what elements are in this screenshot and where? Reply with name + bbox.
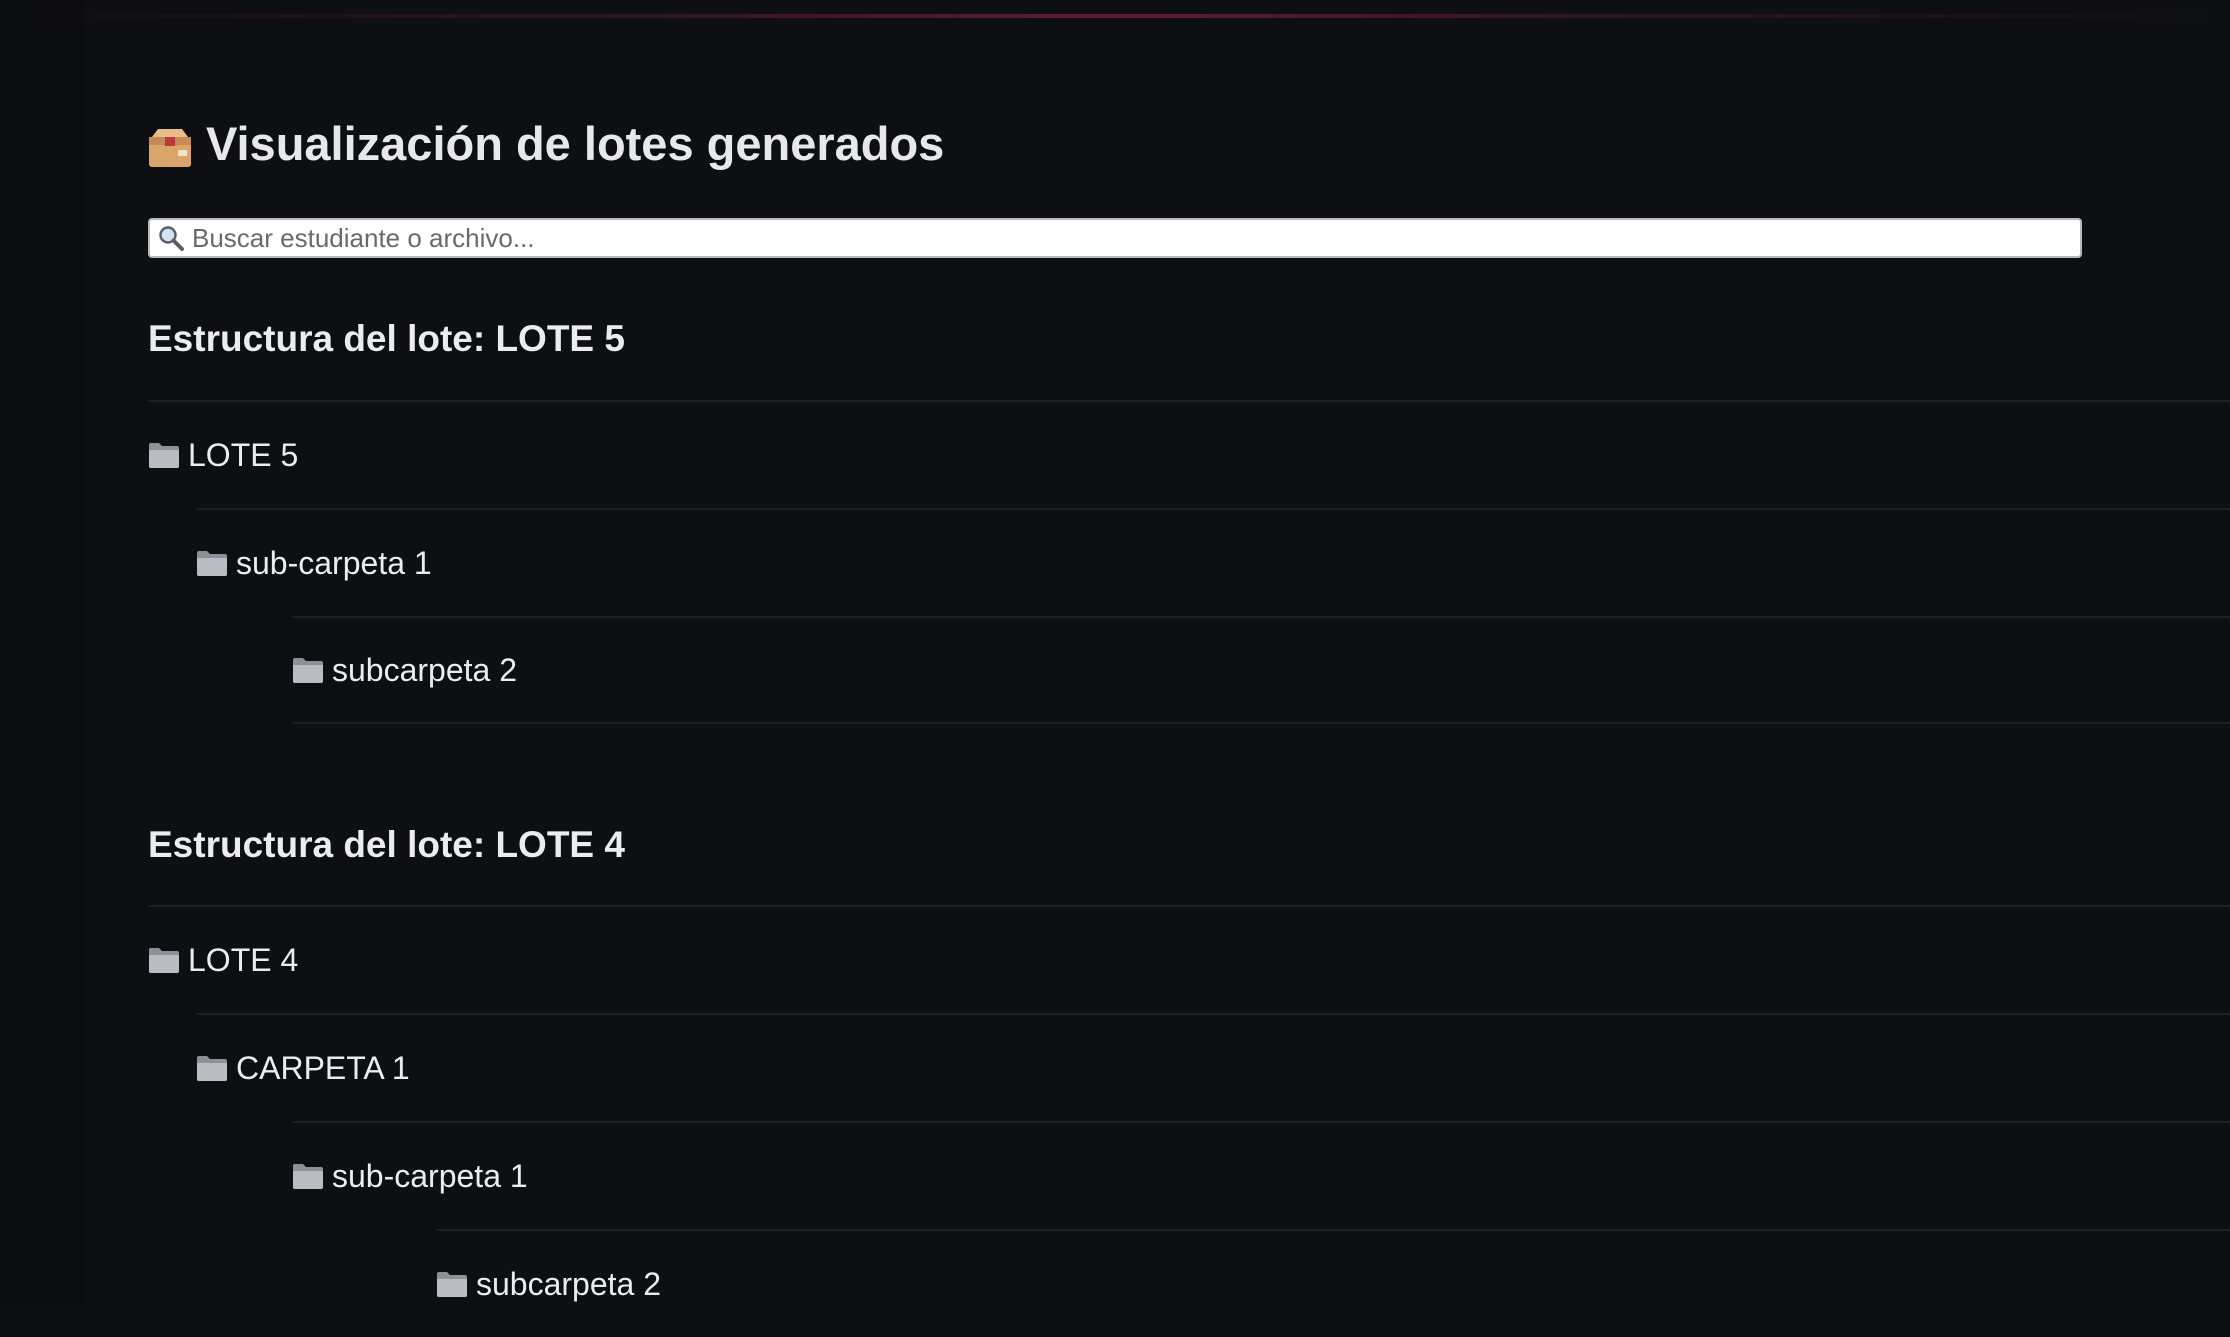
search-input[interactable] [192, 222, 2052, 254]
tree-folder-row[interactable]: sub-carpeta 1 [196, 508, 2230, 616]
tree-folder-row[interactable]: subcarpeta 2 [436, 1229, 2230, 1337]
folder-icon [293, 1164, 323, 1189]
lot-heading: Estructura del lote: LOTE 4 [148, 824, 625, 865]
folder-label: LOTE 4 [188, 941, 299, 978]
main-content: Visualización de lotes generados Estruct… [148, 0, 2230, 1304]
folder-label: subcarpeta 2 [476, 1265, 662, 1302]
folder-icon [197, 551, 227, 576]
left-gutter [0, 0, 85, 1304]
tree-folder-row[interactable]: sub-carpeta 1 [292, 1121, 2230, 1229]
page-title-text: Visualización de lotes generados [206, 117, 945, 170]
search-box[interactable] [148, 218, 2082, 258]
folder-icon [149, 443, 179, 468]
folder-label: LOTE 5 [188, 436, 299, 473]
folder-label: subcarpeta 2 [332, 651, 518, 688]
folder-label: sub-carpeta 1 [236, 544, 432, 581]
folder-label: sub-carpeta 1 [332, 1157, 528, 1194]
folder-icon [197, 1056, 227, 1081]
folder-icon [293, 658, 323, 683]
tree-folder-row[interactable]: subcarpeta 2 [292, 616, 2230, 724]
tree-folder-row[interactable]: LOTE 4 [148, 905, 2230, 1013]
folder-icon [149, 948, 179, 973]
tree-folder-row[interactable]: CARPETA 1 [196, 1013, 2230, 1121]
lot-heading: Estructura del lote: LOTE 5 [148, 318, 625, 359]
page-title: Visualización de lotes generados [148, 116, 944, 171]
package-box-icon [148, 124, 192, 167]
tree-folder-row[interactable]: LOTE 5 [148, 400, 2230, 508]
folder-label: CARPETA 1 [236, 1049, 410, 1086]
folder-icon [437, 1272, 467, 1297]
search-icon [158, 225, 184, 251]
